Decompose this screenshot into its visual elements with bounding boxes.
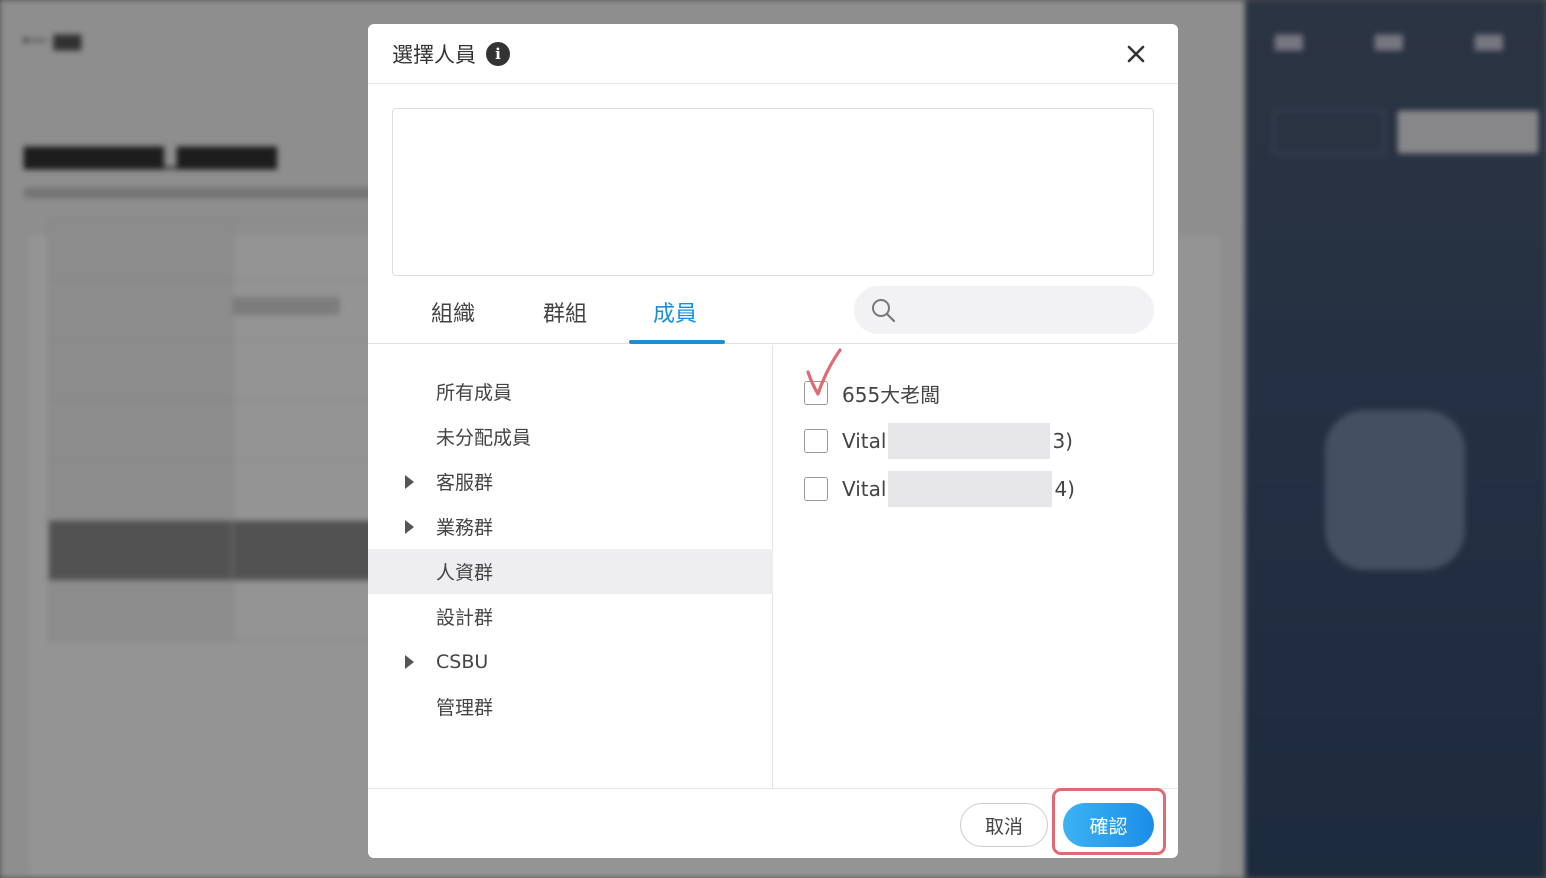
member-item[interactable]: 655大老闆 (804, 377, 940, 409)
tree-item-sales[interactable]: 業務群 (368, 504, 773, 549)
tree-item-design[interactable]: 設計群 (368, 594, 773, 639)
member-item[interactable]: Vital 3) (804, 423, 1073, 459)
member-name: 655大老闆 (842, 382, 941, 407)
tree-item-csbu[interactable]: CSBU (368, 639, 773, 684)
search-icon (872, 299, 896, 323)
member-name-suffix: 4) (1054, 477, 1075, 501)
tree-item-label: 設計群 (436, 607, 494, 629)
tree-item-customer-service[interactable]: 客服群 (368, 459, 773, 504)
tab-organization[interactable]: 組織 (431, 296, 475, 328)
tree-item-management[interactable]: 管理群 (368, 684, 773, 729)
group-tree: 所有成員 未分配成員 客服群 業務群 人資群 設計群 CSBU 管理群 (368, 345, 773, 788)
tree-item-label: 業務群 (436, 517, 494, 539)
search-input[interactable] (854, 286, 1154, 334)
dialog-header: 選擇人員 i (368, 24, 1178, 84)
cancel-button[interactable]: 取消 (960, 803, 1048, 847)
redacted-text (888, 471, 1053, 507)
member-name: Vital (842, 429, 887, 453)
member-name: Vital (842, 477, 887, 501)
dialog-tabs: 組織 群組 成員 (368, 286, 1178, 344)
tree-item-label: 所有成員 (436, 382, 513, 404)
tab-groups[interactable]: 群組 (543, 296, 587, 328)
tab-members[interactable]: 成員 (653, 296, 697, 328)
tree-item-label: 管理群 (436, 697, 494, 719)
tree-item-unassigned[interactable]: 未分配成員 (368, 414, 773, 459)
member-checkbox[interactable] (804, 477, 828, 501)
tree-item-label: 未分配成員 (436, 427, 532, 449)
dialog-title: 選擇人員 (392, 42, 476, 67)
dialog-footer: 取消 確認 (368, 788, 1178, 858)
selected-members-box[interactable] (392, 108, 1154, 276)
close-icon[interactable] (1122, 40, 1150, 68)
tree-item-all-members[interactable]: 所有成員 (368, 369, 773, 414)
confirm-button[interactable]: 確認 (1063, 803, 1154, 847)
expand-arrow-icon[interactable] (405, 519, 414, 534)
tree-item-hr[interactable]: 人資群 (368, 549, 773, 594)
tree-item-label: CSBU (436, 650, 489, 673)
member-checkbox[interactable] (804, 381, 828, 405)
member-item[interactable]: Vital 4) (804, 471, 1075, 507)
member-name-suffix: 3) (1052, 429, 1073, 453)
member-checkbox[interactable] (804, 429, 828, 453)
expand-arrow-icon[interactable] (405, 654, 414, 669)
expand-arrow-icon[interactable] (405, 474, 414, 489)
member-list: 655大老闆 Vital 3) Vital 4) (774, 345, 1178, 788)
tree-item-label: 人資群 (436, 562, 494, 584)
active-tab-indicator (629, 340, 725, 344)
tree-item-label: 客服群 (436, 472, 494, 494)
redacted-text (888, 423, 1051, 459)
info-icon[interactable]: i (486, 41, 510, 66)
select-members-dialog: 選擇人員 i 組織 群組 成員 所有成員 未分配成員 客服群 業務群 人資群 設… (368, 24, 1178, 858)
